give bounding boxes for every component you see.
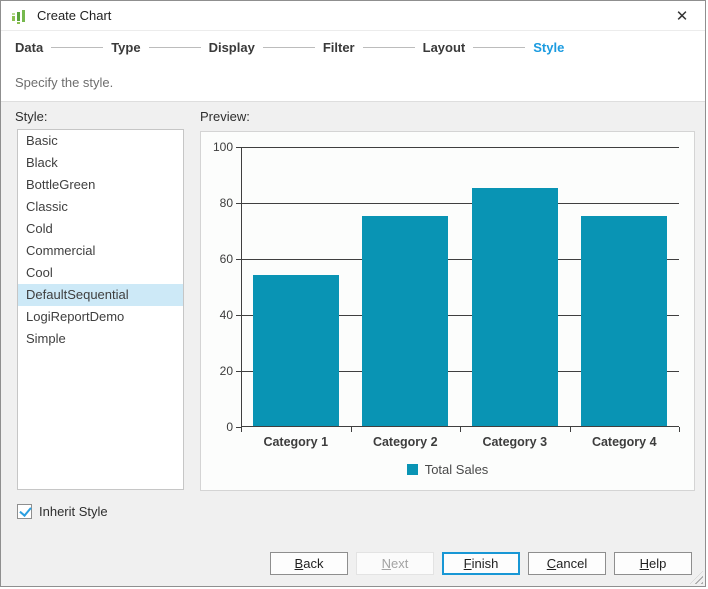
close-icon[interactable]: ✕ (669, 4, 695, 28)
preview-label: Preview: (200, 109, 250, 124)
wizard-subtitle: Specify the style. (15, 75, 113, 90)
y-tick-label: 80 (203, 196, 233, 210)
chart-preview: Category 1Category 2Category 3Category 4… (200, 131, 695, 491)
step-connector (363, 47, 415, 48)
wizard-step-display[interactable]: Display (209, 40, 255, 55)
style-option-simple[interactable]: Simple (18, 328, 183, 350)
y-axis-line (241, 147, 242, 427)
style-list: BasicBlackBottleGreenClassicColdCommerci… (17, 129, 184, 490)
gridline-y-100 (241, 147, 679, 148)
chart-legend: Total Sales (201, 462, 694, 477)
y-tick-label: 40 (203, 308, 233, 322)
x-tick-mark (570, 427, 571, 432)
subtitle-row: Specify the style. (1, 63, 705, 102)
bar-category-3 (472, 188, 558, 426)
x-tick-mark (679, 427, 680, 432)
plot-area (241, 147, 679, 427)
style-option-black[interactable]: Black (18, 152, 183, 174)
step-connector (149, 47, 201, 48)
bar-category-1 (253, 275, 339, 426)
category-label: Category 4 (570, 435, 680, 449)
legend-swatch (407, 464, 418, 475)
category-label: Category 2 (351, 435, 461, 449)
inherit-style-label: Inherit Style (39, 504, 108, 519)
style-list-label: Style: (15, 109, 48, 124)
create-chart-dialog: Create Chart ✕ Data Type Display Filter Layo… (0, 0, 706, 587)
y-tick-label: 20 (203, 364, 233, 378)
x-tick-mark (241, 427, 242, 432)
category-label: Category 1 (241, 435, 351, 449)
style-option-cool[interactable]: Cool (18, 262, 183, 284)
style-option-basic[interactable]: Basic (18, 130, 183, 152)
titlebar: Create Chart ✕ (1, 1, 705, 31)
bar-category-4 (581, 216, 667, 426)
wizard-steps: Data Type Display Filter Layout Style (1, 31, 705, 63)
bar-category-2 (362, 216, 448, 426)
wizard-step-type[interactable]: Type (111, 40, 140, 55)
wizard-step-layout[interactable]: Layout (423, 40, 466, 55)
gridline-y-80 (241, 203, 679, 204)
help-button[interactable]: Help (614, 552, 692, 575)
x-axis-line (241, 426, 679, 427)
category-axis-labels: Category 1Category 2Category 3Category 4 (241, 435, 679, 449)
y-tick-label: 60 (203, 252, 233, 266)
finish-button[interactable]: Finish (442, 552, 520, 575)
y-tick-label: 100 (203, 140, 233, 154)
step-connector (473, 47, 525, 48)
step-connector (51, 47, 103, 48)
inherit-style-checkbox-row[interactable]: Inherit Style (17, 504, 108, 519)
step-connector (263, 47, 315, 48)
style-option-commercial[interactable]: Commercial (18, 240, 183, 262)
style-option-cold[interactable]: Cold (18, 218, 183, 240)
wizard-step-filter[interactable]: Filter (323, 40, 355, 55)
back-button[interactable]: Back (270, 552, 348, 575)
style-option-classic[interactable]: Classic (18, 196, 183, 218)
style-option-defaultsequential[interactable]: DefaultSequential (18, 284, 183, 306)
wizard-step-data[interactable]: Data (15, 40, 43, 55)
chart-icon (11, 8, 28, 24)
wizard-step-style[interactable]: Style (533, 40, 564, 55)
x-tick-mark (351, 427, 352, 432)
window-title: Create Chart (37, 8, 111, 23)
cancel-button[interactable]: Cancel (528, 552, 606, 575)
style-option-logireportdemo[interactable]: LogiReportDemo (18, 306, 183, 328)
inherit-style-checkbox[interactable] (17, 504, 32, 519)
style-option-bottlegreen[interactable]: BottleGreen (18, 174, 183, 196)
next-button[interactable]: Next (356, 552, 434, 575)
y-tick-label: 0 (203, 420, 233, 434)
category-label: Category 3 (460, 435, 570, 449)
x-tick-mark (460, 427, 461, 432)
legend-label: Total Sales (425, 462, 489, 477)
